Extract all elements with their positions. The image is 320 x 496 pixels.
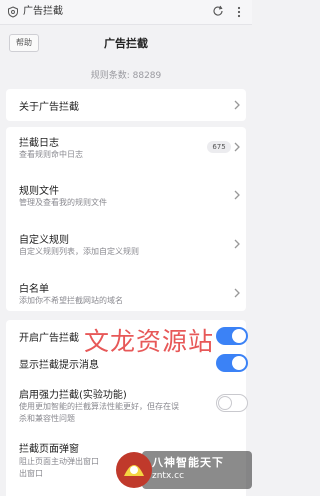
show-tips-label: 显示拦截提示消息 xyxy=(19,360,99,371)
rule-files-subtitle: 管理及查看我的规则文件 xyxy=(19,198,107,207)
whitelist-label: 白名单 xyxy=(19,284,49,295)
chevron-right-icon xyxy=(234,288,240,298)
rule-files-label: 规则文件 xyxy=(19,186,59,197)
block-popup-desc-line1: 阻止页面主动弹出窗口 xyxy=(19,457,99,466)
strong-block-desc-line2: 杀和兼容性问题 xyxy=(19,414,75,423)
log-subtitle: 查看规则命中日志 xyxy=(19,150,83,159)
about-label: 关于广告拦截 xyxy=(19,102,79,113)
page-header: 帮助 广告拦截 xyxy=(0,25,252,61)
custom-rules-label: 自定义规则 xyxy=(19,235,69,246)
log-row[interactable]: 拦截日志 查看规则命中日志 675 xyxy=(6,127,246,165)
log-label: 拦截日志 xyxy=(19,138,59,149)
about-row[interactable]: 关于广告拦截 xyxy=(6,89,246,121)
watermark-text: 文龙资源站 xyxy=(84,327,215,356)
about-card: 关于广告拦截 xyxy=(6,89,246,121)
block-popup-desc-line2: 出窗口 xyxy=(19,469,43,478)
shield-icon[interactable] xyxy=(7,6,19,18)
rule-count: 规则条数: 88289 xyxy=(90,71,162,81)
chevron-right-icon xyxy=(234,190,240,200)
show-tips-toggle[interactable] xyxy=(216,354,248,372)
strong-block-label: 启用强力拦截(实验功能) xyxy=(19,390,127,401)
reload-icon[interactable] xyxy=(212,5,224,17)
page-title: 广告拦截 xyxy=(104,37,148,50)
settings-list-card: 拦截日志 查看规则命中日志 675 规则文件 管理及查看我的规则文件 自定义规则… xyxy=(6,127,246,311)
rule-files-row[interactable]: 规则文件 管理及查看我的规则文件 xyxy=(6,176,246,212)
strong-block-toggle[interactable] xyxy=(216,394,248,412)
custom-rules-row[interactable]: 自定义规则 自定义规则列表，添加自定义规则 xyxy=(6,225,246,261)
browser-toolbar: 广告拦截 xyxy=(0,0,252,25)
block-popup-label: 拦截页面弹窗 xyxy=(19,444,79,455)
chevron-right-icon xyxy=(234,142,240,152)
browser-title: 广告拦截 xyxy=(23,6,63,17)
strong-block-desc-line1: 使用更加智能的拦截算法性能更好，但存在误 xyxy=(19,402,179,411)
log-count-badge: 675 xyxy=(207,141,231,153)
whitelist-subtitle: 添加你不希望拦截网站的域名 xyxy=(19,296,123,305)
chevron-right-icon xyxy=(234,100,240,110)
whitelist-row[interactable]: 白名单 添加你不希望拦截网站的域名 xyxy=(6,273,246,309)
enable-adblock-label: 开启广告拦截 xyxy=(19,333,79,344)
custom-rules-subtitle: 自定义规则列表，添加自定义规则 xyxy=(19,247,139,256)
enable-adblock-toggle[interactable] xyxy=(216,327,248,345)
watermark-logo-line1: 八神智能天下 xyxy=(152,456,224,469)
more-menu-icon[interactable] xyxy=(236,5,242,19)
strong-block-row: 启用强力拦截(实验功能) 使用更加智能的拦截算法性能更好，但存在误 杀和兼容性问… xyxy=(6,380,248,426)
watermark-logo-line2: zntx.cc xyxy=(152,471,185,481)
watermark-logo: 八神智能天下 zntx.cc xyxy=(112,448,252,494)
chevron-right-icon xyxy=(234,239,240,249)
